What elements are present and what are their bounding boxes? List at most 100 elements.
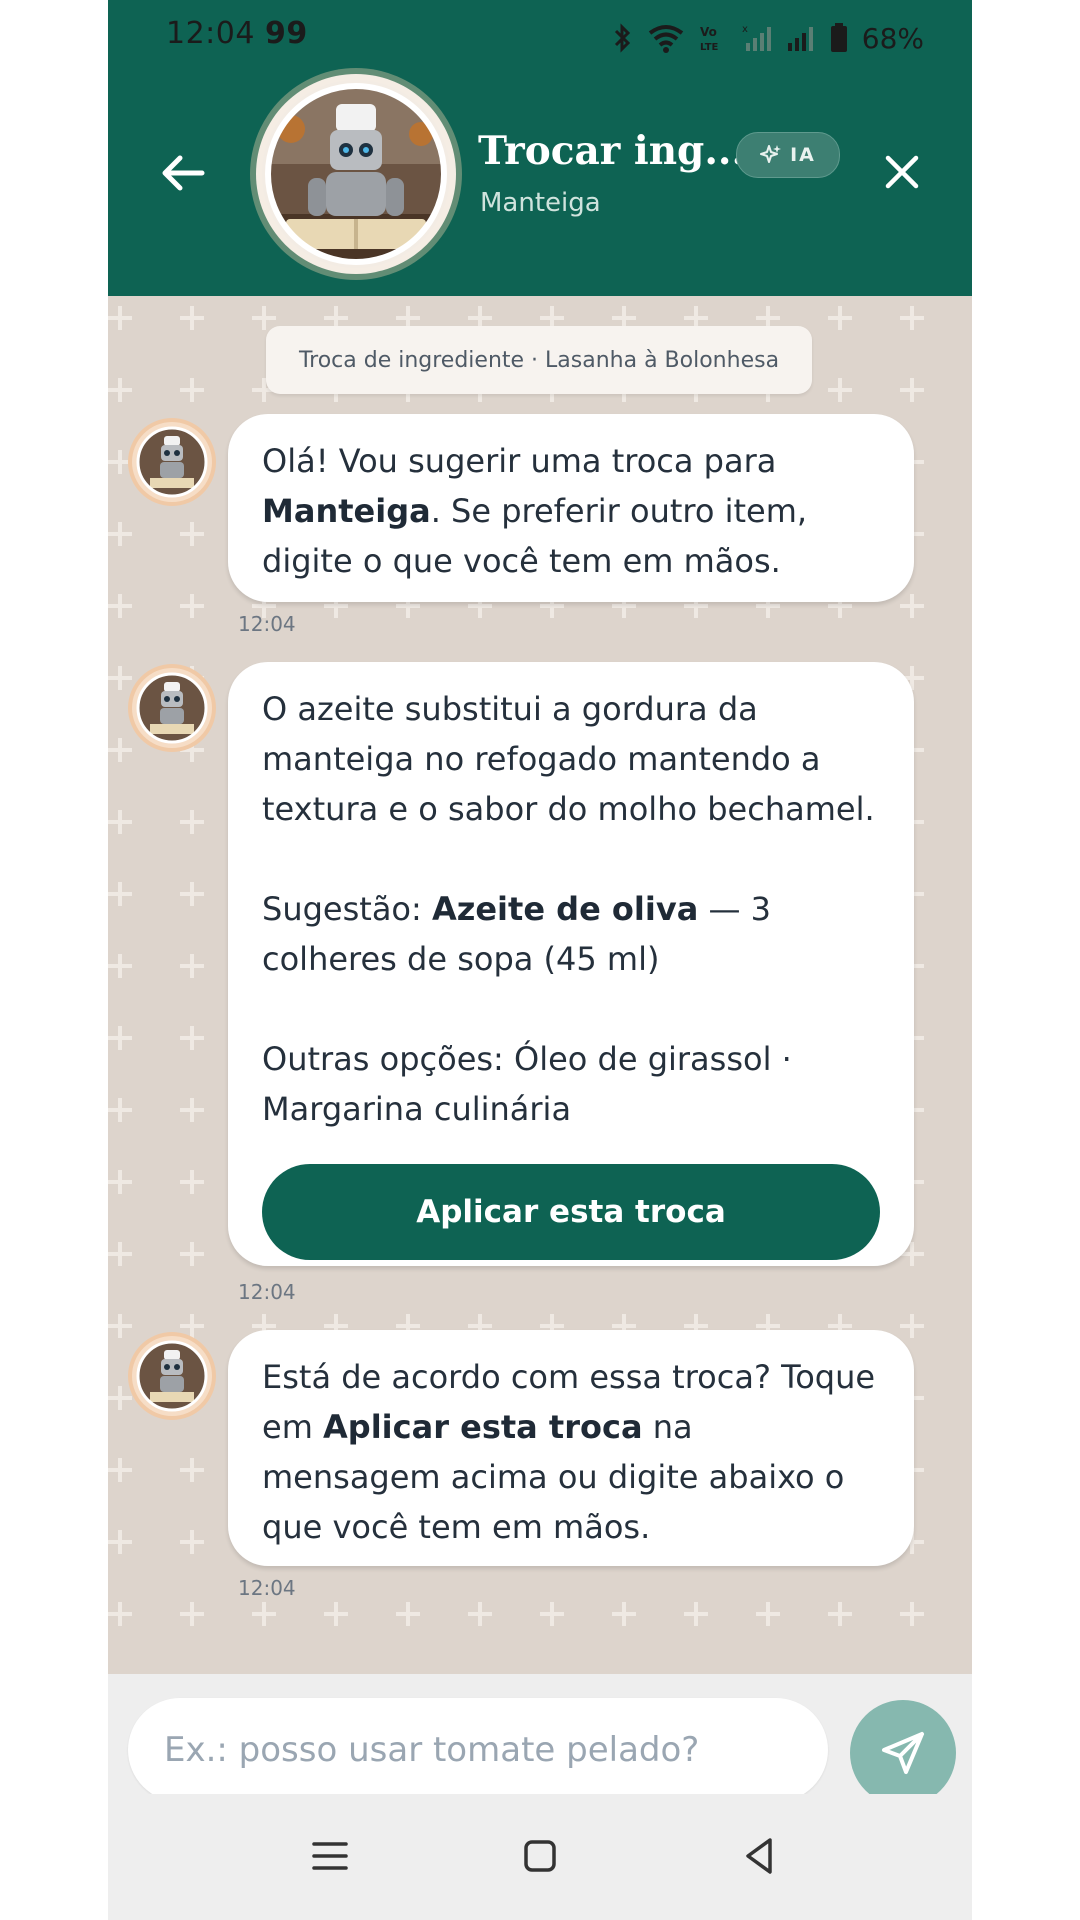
pattern-plus — [900, 594, 924, 618]
pattern-plus — [108, 666, 132, 690]
pattern-plus — [108, 1026, 132, 1050]
pattern-plus — [828, 378, 852, 402]
header-title: Trocar ing... — [478, 128, 746, 174]
pattern-plus — [180, 954, 204, 978]
chef-robot-image — [136, 672, 208, 744]
pattern-plus — [108, 1386, 132, 1410]
pattern-plus — [180, 1098, 204, 1122]
bot-message: Está de acordo com essa troca? Toque em … — [228, 1330, 914, 1566]
pattern-plus — [396, 1602, 420, 1626]
pattern-plus — [108, 738, 132, 762]
phone-screen: 12:04 99 Vo LTE x 68% Trocar ing... Mant… — [108, 0, 972, 1920]
suggestion-reason: O azeite substitui a gordura da manteiga… — [262, 690, 875, 828]
pattern-plus — [180, 1314, 204, 1338]
message-bold: Manteiga — [262, 492, 431, 530]
pattern-plus — [180, 1170, 204, 1194]
wifi-icon — [648, 25, 683, 53]
signal-icon — [787, 27, 813, 51]
message-time: 12:04 — [238, 612, 296, 636]
chat-header: 12:04 99 Vo LTE x 68% Trocar ing... Mant… — [108, 0, 972, 296]
pattern-plus — [180, 1026, 204, 1050]
suggestion-line: Sugestão: Azeite de oliva — 3 colheres d… — [262, 884, 880, 984]
pattern-plus — [108, 810, 132, 834]
notification-count: 99 — [265, 16, 308, 51]
arrow-left-icon[interactable] — [158, 148, 208, 198]
bot-avatar — [132, 422, 212, 502]
pattern-plus — [828, 1602, 852, 1626]
pattern-plus — [108, 1602, 132, 1626]
svg-text:Vo: Vo — [700, 25, 717, 39]
pattern-plus — [180, 522, 204, 546]
chef-robot-image — [136, 1340, 208, 1412]
message-text: Olá! Vou sugerir uma troca para — [262, 442, 777, 480]
back-triangle-icon[interactable] — [738, 1834, 782, 1878]
send-button[interactable] — [850, 1700, 956, 1806]
pattern-plus — [108, 1242, 132, 1266]
suggestion-prefix: Sugestão: — [262, 890, 432, 928]
status-time: 12:04 — [166, 16, 255, 51]
pattern-plus — [108, 1314, 132, 1338]
pattern-plus — [900, 306, 924, 330]
header-subtitle: Manteiga — [480, 188, 601, 218]
pattern-plus — [252, 1602, 276, 1626]
close-icon[interactable] — [882, 152, 922, 192]
context-chip: Troca de ingrediente · Lasanha à Bolonhe… — [266, 326, 812, 394]
message-composer — [108, 1674, 972, 1806]
chef-robot-image — [136, 426, 208, 498]
battery-icon — [830, 23, 847, 52]
pattern-plus — [108, 522, 132, 546]
menu-icon[interactable] — [308, 1834, 352, 1878]
home-square-icon[interactable] — [518, 1834, 562, 1878]
suggestion-ingredient: Azeite de oliva — [431, 890, 699, 928]
pattern-plus — [324, 1602, 348, 1626]
status-clock: 12:04 99 — [166, 16, 308, 51]
system-icons: Vo LTE x 68% — [610, 18, 924, 58]
pattern-plus — [108, 450, 132, 474]
message-input[interactable] — [128, 1698, 828, 1802]
message-time: 12:04 — [238, 1576, 296, 1600]
pattern-plus — [108, 1098, 132, 1122]
pattern-plus — [180, 594, 204, 618]
pattern-plus — [108, 1170, 132, 1194]
svg-text:x: x — [742, 24, 748, 35]
message-time: 12:04 — [238, 1280, 296, 1304]
pattern-plus — [612, 1602, 636, 1626]
battery-percent: 68% — [861, 21, 924, 55]
pattern-plus — [180, 1602, 204, 1626]
pattern-plus — [108, 1530, 132, 1554]
pattern-plus — [252, 306, 276, 330]
pattern-plus — [108, 378, 132, 402]
pattern-plus — [540, 1602, 564, 1626]
pattern-plus — [468, 1602, 492, 1626]
system-nav-bar — [108, 1794, 972, 1920]
signal-empty-icon: x — [742, 24, 771, 51]
status-bar: 12:04 99 Vo LTE x 68% — [108, 0, 972, 78]
bot-message: Olá! Vou sugerir uma troca para Manteiga… — [228, 414, 914, 602]
pattern-plus — [180, 1530, 204, 1554]
pattern-plus — [180, 1458, 204, 1482]
pattern-plus — [756, 1602, 780, 1626]
volte-icon: Vo LTE — [700, 25, 719, 53]
pattern-plus — [108, 882, 132, 906]
pattern-plus — [180, 306, 204, 330]
sparkles-icon — [760, 145, 782, 163]
apply-swap-button[interactable]: Aplicar esta troca — [262, 1164, 880, 1260]
pattern-plus — [108, 594, 132, 618]
chat-area[interactable]: Troca de ingrediente · Lasanha à Bolonhe… — [108, 296, 972, 1674]
bot-avatar — [132, 1336, 212, 1416]
bot-suggestion-message: O azeite substitui a gordura da manteiga… — [228, 662, 914, 1266]
pattern-plus — [180, 882, 204, 906]
ai-badge-label: IA — [790, 144, 816, 166]
pattern-plus — [684, 1602, 708, 1626]
pattern-plus — [180, 378, 204, 402]
chef-robot-avatar — [256, 74, 456, 274]
pattern-plus — [108, 954, 132, 978]
pattern-plus — [108, 1458, 132, 1482]
pattern-plus — [180, 1242, 204, 1266]
bluetooth-icon — [614, 23, 630, 53]
pattern-plus — [828, 306, 852, 330]
pattern-plus — [180, 810, 204, 834]
pattern-plus — [900, 1602, 924, 1626]
bot-avatar — [132, 668, 212, 748]
pattern-plus — [900, 378, 924, 402]
